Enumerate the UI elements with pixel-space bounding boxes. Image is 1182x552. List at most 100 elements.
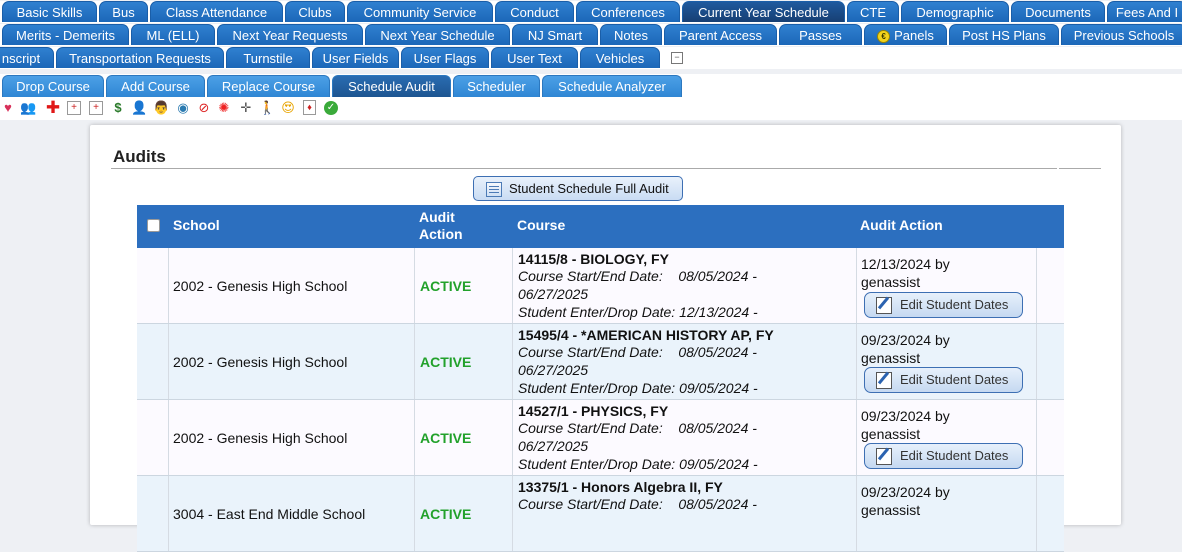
subtab-schedule-audit[interactable]: Schedule Audit [332,75,451,97]
tab-demographic[interactable]: Demographic [901,1,1009,22]
tab-vehicles[interactable]: Vehicles [580,47,660,68]
edit-student-dates-label: Edit Student Dates [900,448,1009,463]
virus-icon[interactable]: ✺ [216,100,232,116]
no-symbol-icon[interactable]: ⊘ [196,100,212,116]
tab-nj-smart[interactable]: NJ Smart [512,24,598,45]
edit-student-dates-button[interactable]: Edit Student Dates [864,367,1023,393]
audit-action-user: genassist [861,426,921,442]
coin-icon: € [877,30,891,44]
people-icon[interactable]: 👥 [20,100,36,116]
tab-clubs[interactable]: Clubs [285,1,345,22]
tab-fees-and-fines[interactable]: Fees And I [1107,1,1182,22]
heart-eyes-emoji-icon[interactable]: 😍 [280,100,296,116]
edit-pencil-icon [876,372,892,389]
course-dates: Course Start/End Date: 08/05/2024 - [518,343,853,361]
table-row: 2002 - Genesis High School ACTIVE 14115/… [137,248,1064,324]
tab-post-hs-plans[interactable]: Post HS Plans [949,24,1059,45]
audit-action-date: 09/23/2024 by [861,484,950,500]
status-badge: ACTIVE [420,278,472,294]
header-course[interactable]: Course [517,217,565,233]
teacher-icon[interactable]: 👨 [153,100,169,116]
walking-person-icon[interactable]: 🚶 [259,100,275,116]
page-title: Audits [113,147,166,166]
eye-exam-icon[interactable]: ◉ [175,100,191,116]
tab-current-year-schedule[interactable]: Current Year Schedule [682,1,845,22]
playing-card-icon[interactable]: ♦ [303,100,316,115]
tab-panels[interactable]: € Panels [864,24,947,45]
header-audit-action[interactable]: Audit Action [860,217,943,233]
audit-action-cell: 12/13/2024 by genassist [861,255,950,291]
tab-cte[interactable]: CTE [847,1,899,22]
audit-action-user: genassist [861,350,921,366]
tab-class-attendance[interactable]: Class Attendance [150,1,283,22]
tab-transcript[interactable]: nscript [0,47,54,68]
audit-action-user: genassist [861,274,921,290]
audit-action-date: 12/13/2024 by [861,256,950,272]
school-cell: 2002 - Genesis High School [173,430,348,446]
red-cross-icon[interactable]: ✚ [45,99,61,116]
course-start-date: 08/05/2024 - [678,268,757,284]
grid-header: School Audit Action Course Audit Action [137,205,1064,248]
course-dates-label: Course Start/End Date: [518,344,663,360]
calendar-table-icon [486,182,502,197]
select-all-checkbox[interactable] [147,219,160,232]
tab-ml-ell[interactable]: ML (ELL) [131,24,215,45]
cross-plus-icon[interactable]: ✛ [238,100,254,116]
status-badge: ACTIVE [420,430,472,446]
header-school[interactable]: School [173,217,220,233]
course-cell: 13375/1 - Honors Algebra II, FY Course S… [518,479,853,513]
tab-previous-schools[interactable]: Previous Schools [1061,24,1182,45]
school-cell: 3004 - East End Middle School [173,506,366,522]
student-enter-drop-date: Student Enter/Drop Date: 12/13/2024 - [518,304,758,320]
student-enter-drop-date: Student Enter/Drop Date: 09/05/2024 - [518,380,758,396]
tab-documents[interactable]: Documents [1011,1,1105,22]
sub-tab-bar: Drop Course Add Course Replace Course Sc… [0,74,1182,99]
course-end-date: 06/27/2025 [518,438,589,454]
student-schedule-full-audit-button[interactable]: Student Schedule Full Audit [473,176,683,201]
course-dates-label: Course Start/End Date: [518,496,663,512]
edit-pencil-icon [876,297,892,314]
subtab-replace-course[interactable]: Replace Course [207,75,330,97]
tab-user-text[interactable]: User Text [491,47,578,68]
course-cell: 14115/8 - BIOLOGY, FY Course Start/End D… [518,251,853,321]
money-icon[interactable]: $ [110,100,126,116]
tab-merits-demerits[interactable]: Merits - Demerits [2,24,129,45]
course-end-date: 06/27/2025 [518,286,589,302]
person-icon[interactable]: 👤 [131,100,147,116]
green-check-icon[interactable]: ✓ [324,101,338,115]
edit-student-dates-button[interactable]: Edit Student Dates [864,443,1023,469]
subtab-drop-course[interactable]: Drop Course [2,75,104,97]
tab-transportation-requests[interactable]: Transportation Requests [56,47,224,68]
heart-icon[interactable]: ♥ [0,100,16,116]
collapse-tabs-icon[interactable]: − [671,52,683,64]
tab-turnstile[interactable]: Turnstile [226,47,310,68]
first-aid-icon[interactable]: + [89,101,103,115]
tab-notes[interactable]: Notes [600,24,662,45]
subtab-schedule-analyzer[interactable]: Schedule Analyzer [542,75,682,97]
header-audit-action-status[interactable]: Audit Action [419,209,463,243]
tab-bus[interactable]: Bus [99,1,148,22]
course-start-date: 08/05/2024 - [678,496,757,512]
table-row: 2002 - Genesis High School ACTIVE 14527/… [137,400,1064,476]
tab-passes[interactable]: Passes [779,24,862,45]
medical-kit-icon[interactable]: + [67,101,81,115]
course-start-date: 08/05/2024 - [678,344,757,360]
tab-next-year-requests[interactable]: Next Year Requests [217,24,363,45]
course-name: 14527/1 - PHYSICS, FY [518,403,669,419]
tab-user-fields[interactable]: User Fields [312,47,399,68]
tab-user-flags[interactable]: User Flags [401,47,489,68]
tab-parent-access[interactable]: Parent Access [664,24,777,45]
alert-icon-bar: ♥ 👥 ✚ + + $ 👤 👨 ◉ ⊘ ✺ ✛ 🚶 😍 ♦ ✓ [0,98,1182,120]
tab-conduct[interactable]: Conduct [495,1,574,22]
subtab-scheduler[interactable]: Scheduler [453,75,540,97]
audit-action-cell: 09/23/2024 by genassist [861,407,950,443]
course-dates-label: Course Start/End Date: [518,268,663,284]
title-divider [111,168,1057,169]
tab-next-year-schedule[interactable]: Next Year Schedule [365,24,510,45]
tab-basic-skills[interactable]: Basic Skills [2,1,97,22]
tab-conferences[interactable]: Conferences [576,1,680,22]
edit-student-dates-button[interactable]: Edit Student Dates [864,292,1023,318]
tab-community-service[interactable]: Community Service [347,1,493,22]
course-cell: 15495/4 - *AMERICAN HISTORY AP, FY Cours… [518,327,853,397]
subtab-add-course[interactable]: Add Course [106,75,205,97]
